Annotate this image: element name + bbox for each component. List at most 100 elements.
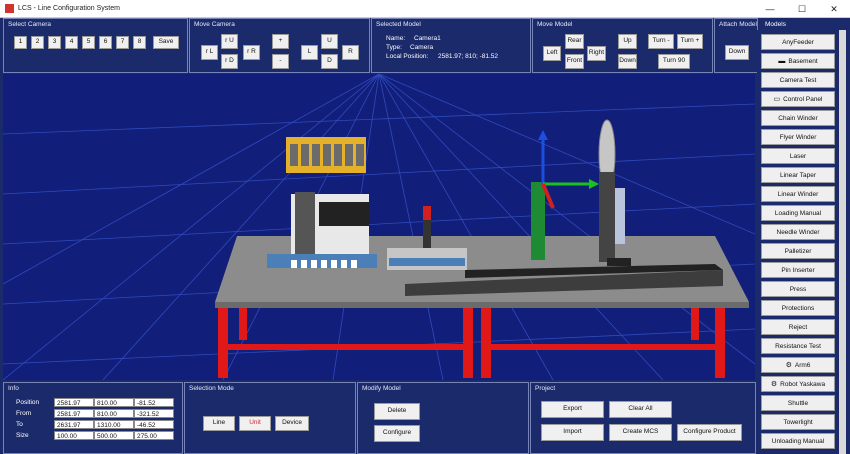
model-robot-yaskawa[interactable]: ⚙ Robot Yaskawa [761, 376, 835, 392]
configure-model-button[interactable]: Configure [374, 425, 420, 442]
window-title: LCS - Line Configuration System [18, 5, 120, 12]
model-anyfeeder-label: AnyFeeder [782, 38, 814, 46]
scene-canvas[interactable] [3, 74, 755, 380]
model-loading-manual[interactable]: Loading Manual [761, 205, 835, 221]
move-left-button[interactable]: Left [543, 46, 561, 61]
model-protections[interactable]: Protections [761, 300, 835, 316]
rotate-up-button[interactable]: r U [221, 34, 238, 49]
camera-7-button[interactable]: 7 [116, 36, 129, 49]
model-unloading-manual[interactable]: Unloading Manual [761, 433, 835, 449]
select-device-button[interactable]: Device [275, 416, 309, 431]
camera-3-button[interactable]: 3 [48, 36, 61, 49]
attach-down-button[interactable]: Down [725, 45, 749, 60]
move-right-button[interactable]: Right [587, 46, 606, 61]
table-frame [218, 296, 725, 378]
from-y: 810.00 [94, 409, 134, 418]
model-robot-yaskawa-label: Robot Yaskawa [780, 380, 826, 388]
attach-model-panel: Attach Model Down [714, 18, 758, 73]
model-camera-test[interactable]: Camera Test [761, 72, 835, 88]
camera-2-button[interactable]: 2 [31, 36, 44, 49]
model-towerlight[interactable]: Towerlight [761, 414, 835, 430]
monitor-icon: ▭ [773, 96, 781, 103]
model-press[interactable]: Press [761, 281, 835, 297]
rotate-right-button[interactable]: r R [243, 45, 260, 60]
rotate-left-button[interactable]: r L [201, 45, 218, 60]
selected-model-title: Selected Model [376, 21, 421, 28]
select-line-button[interactable]: Line [203, 416, 235, 431]
model-reject[interactable]: Reject [761, 319, 835, 335]
position-label: Position [16, 399, 40, 406]
camera-5-button[interactable]: 5 [82, 36, 95, 49]
pan-right-button[interactable]: R [342, 45, 359, 60]
camera-6-button[interactable]: 6 [99, 36, 112, 49]
model-chain-winder[interactable]: Chain Winder [761, 110, 835, 126]
configure-product-button[interactable]: Configure Product [677, 424, 742, 441]
model-arm6[interactable]: ⚙ Arm6 [761, 357, 835, 373]
basement-icon: ▬ [778, 57, 786, 65]
camera-1-button[interactable]: 1 [14, 36, 27, 49]
model-protections-label: Protections [781, 304, 815, 312]
model-needle-winder-label: Needle Winder [776, 228, 820, 236]
selection-mode-panel: Selection Mode Line Unit Device [184, 382, 356, 454]
model-shuttle[interactable]: Shuttle [761, 395, 835, 411]
minimize-button[interactable]: — [754, 0, 786, 18]
model-laser[interactable]: Laser [761, 148, 835, 164]
pan-left-button[interactable]: L [301, 45, 318, 60]
table-top-edge [215, 302, 749, 308]
turn-90-button[interactable]: Turn 90 [658, 54, 690, 69]
model-flyer-winder[interactable]: Flyer Winder [761, 129, 835, 145]
model-linear-taper[interactable]: Linear Taper [761, 167, 835, 183]
to-x: 2631.97 [54, 420, 94, 429]
move-up-button[interactable]: Up [618, 34, 637, 49]
model-linear-winder[interactable]: Linear Winder [761, 186, 835, 202]
turn-plus-button[interactable]: Turn + [677, 34, 703, 49]
model-reject-label: Reject [788, 323, 808, 331]
model-chain-winder-label: Chain Winder [778, 114, 818, 122]
import-button[interactable]: Import [541, 424, 604, 441]
position-x: 2581.97 [54, 398, 94, 407]
move-front-button[interactable]: Front [565, 54, 584, 69]
export-button[interactable]: Export [541, 401, 604, 418]
info-panel: Info Position 2581.97 810.00 -81.52 From… [3, 382, 183, 454]
camera-4-button[interactable]: 4 [65, 36, 78, 49]
save-camera-button[interactable]: Save [153, 36, 179, 49]
3d-viewport[interactable] [3, 74, 755, 380]
move-down-button[interactable]: Down [618, 54, 637, 69]
name-label: Name: [386, 35, 406, 42]
name-value: Camera1 [414, 35, 441, 42]
model-basement-label: Basement [788, 57, 818, 65]
model-control-panel[interactable]: ▭ Control Panel [761, 91, 835, 107]
delete-model-button[interactable]: Delete [374, 403, 420, 420]
pan-up-button[interactable]: U [321, 34, 338, 49]
maximize-button[interactable]: ☐ [786, 0, 818, 18]
model-arm6-label: Arm6 [794, 361, 811, 369]
model-anyfeeder[interactable]: AnyFeeder [761, 34, 835, 50]
move-rear-button[interactable]: Rear [565, 34, 584, 49]
select-unit-button[interactable]: Unit [239, 416, 271, 431]
close-button[interactable]: ✕ [818, 0, 850, 18]
zoom-out-button[interactable]: - [272, 54, 289, 69]
camera-8-button[interactable]: 8 [133, 36, 146, 49]
position-z: -81.52 [134, 398, 174, 407]
pallet-rack [286, 137, 366, 173]
models-scrollbar[interactable] [839, 30, 846, 454]
model-pin-inserter[interactable]: Pin Inserter [761, 262, 835, 278]
pan-down-button[interactable]: D [321, 54, 338, 69]
model-press-label: Press [789, 285, 807, 293]
move-camera-title: Move Camera [194, 21, 235, 28]
create-mcs-button[interactable]: Create MCS [609, 424, 672, 441]
turn-minus-button[interactable]: Turn - [648, 34, 674, 49]
clear-all-button[interactable]: Clear All [609, 401, 672, 418]
model-loading-manual-label: Loading Manual [774, 209, 822, 217]
model-resistance-test[interactable]: Resistance Test [761, 338, 835, 354]
zoom-in-button[interactable]: + [272, 34, 289, 49]
model-resistance-test-label: Resistance Test [775, 342, 821, 350]
model-needle-winder[interactable]: Needle Winder [761, 224, 835, 240]
model-towerlight-label: Towerlight [783, 418, 813, 426]
position-y: 810.00 [94, 398, 134, 407]
model-palletizer[interactable]: Palletizer [761, 243, 835, 259]
size-z: 275.00 [134, 431, 174, 440]
rotate-down-button[interactable]: r D [221, 54, 238, 69]
model-linear-taper-label: Linear Taper [779, 171, 817, 179]
model-basement[interactable]: ▬ Basement [761, 53, 835, 69]
